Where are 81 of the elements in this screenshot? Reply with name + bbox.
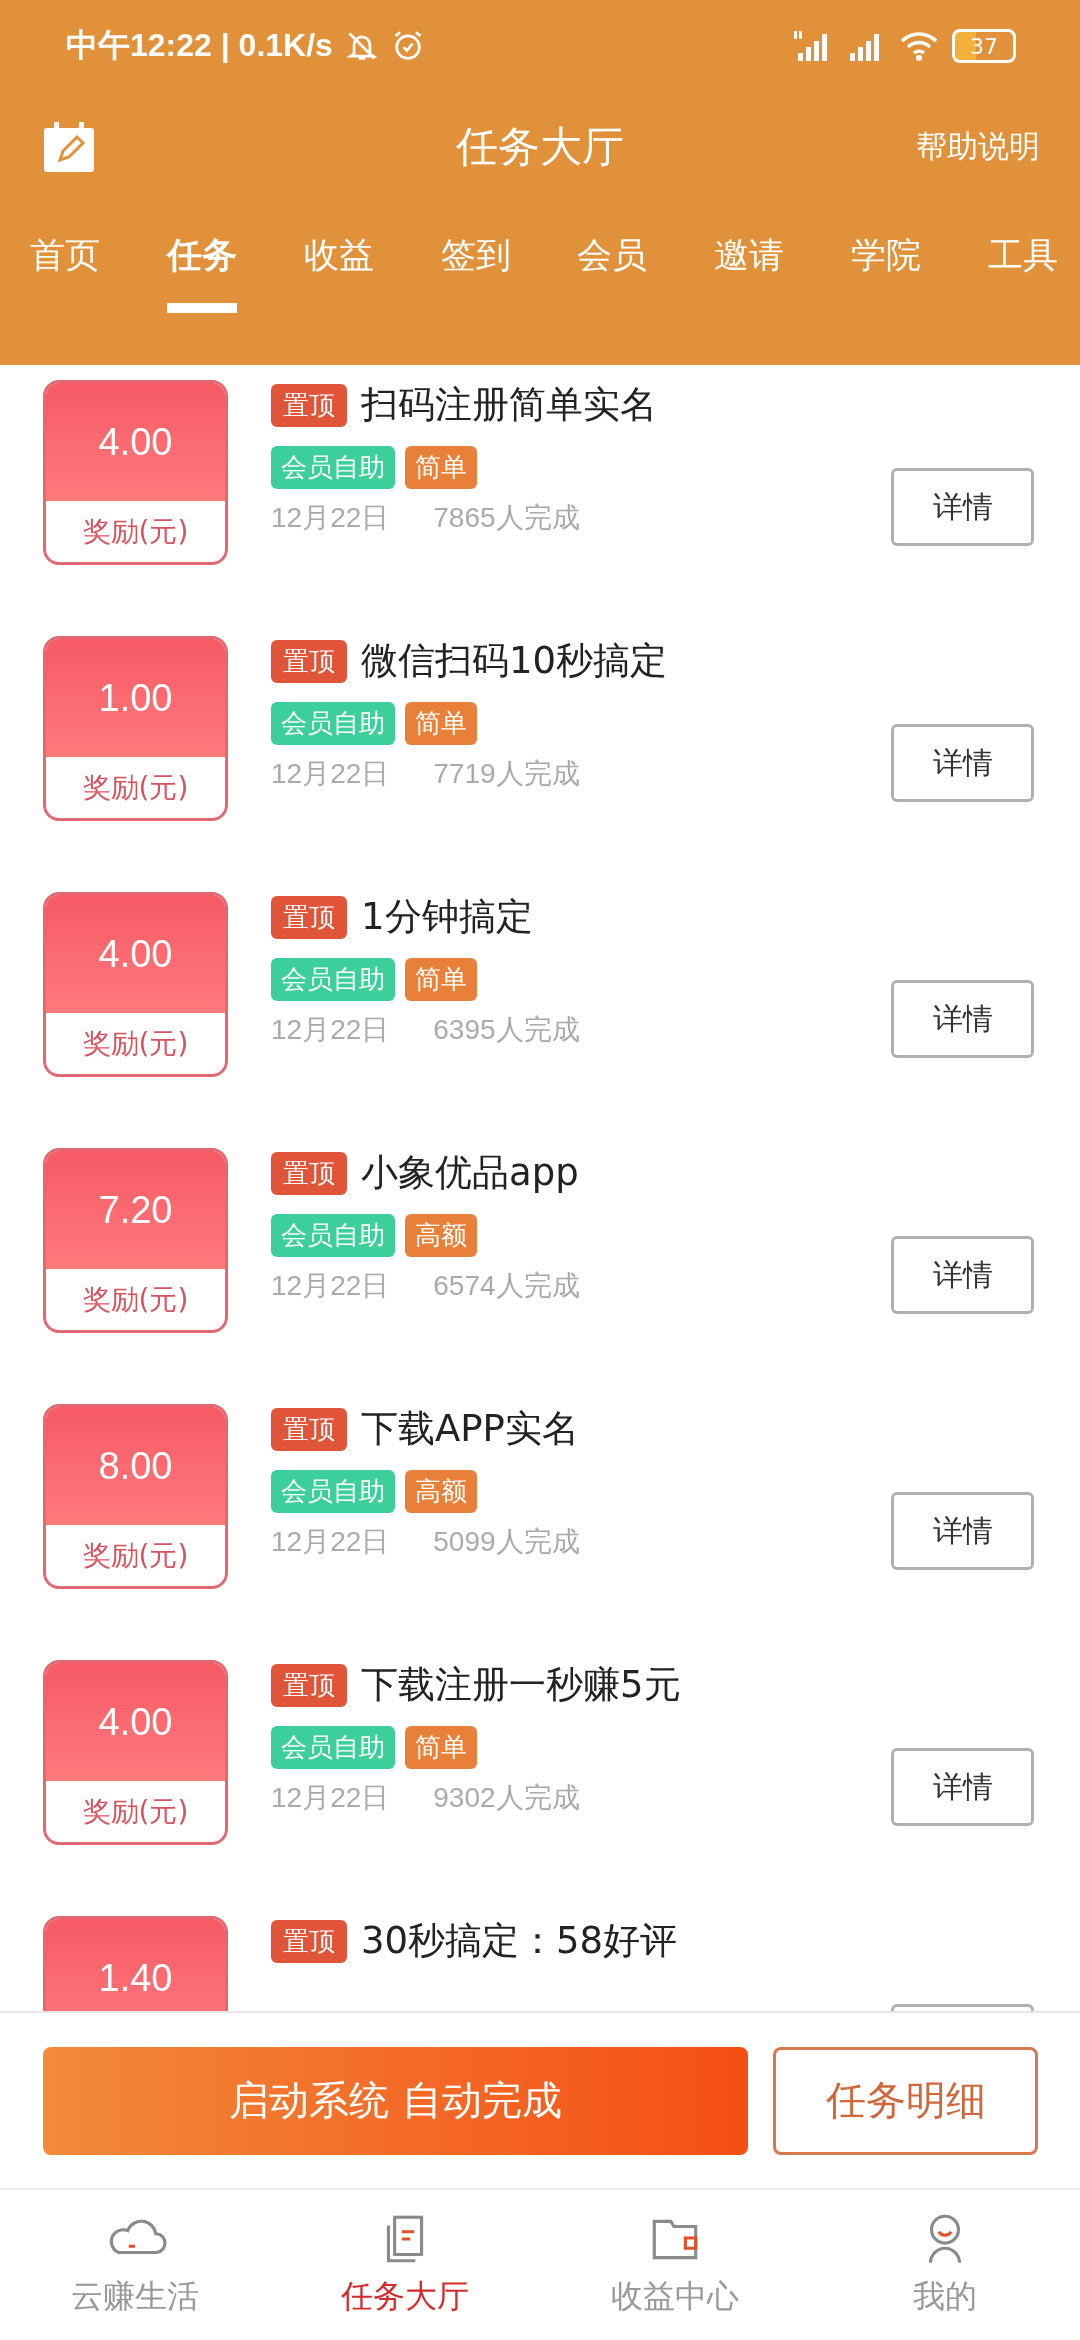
tab[interactable]: 邀请 <box>714 232 785 313</box>
details-button[interactable]: 详情 <box>891 468 1034 546</box>
status-time: 中午12:22 | 0.1K/s <box>66 26 333 65</box>
task-details-button[interactable]: 任务明细 <box>773 2046 1038 2155</box>
details-button[interactable]: 详情 <box>891 1236 1034 1314</box>
details-button[interactable]: 详情 <box>891 1492 1034 1570</box>
nav-tab[interactable]: 收益中心 <box>565 2211 785 2319</box>
tab[interactable]: 学院 <box>851 232 922 313</box>
completed-count: 5099人完成 <box>433 1525 580 1559</box>
reward-amount: 4.00 <box>46 1663 225 1781</box>
calendar-edit-icon[interactable] <box>42 120 96 174</box>
task-tag: 简单 <box>405 958 477 1001</box>
reward-amount: 1.00 <box>46 639 225 757</box>
completed-count: 7719人完成 <box>433 757 580 791</box>
task-tag: 简单 <box>405 446 477 489</box>
tab[interactable]: 任务 <box>166 232 237 313</box>
task-date: 12月22日 <box>271 1269 390 1303</box>
nav-tab[interactable]: 云赚生活 <box>25 2211 245 2319</box>
tab[interactable]: 工具 <box>987 232 1058 313</box>
pinned-tag: 置顶 <box>271 1663 347 1707</box>
task-tag: 会员自助 <box>271 702 395 745</box>
task-tag: 会员自助 <box>271 1470 395 1513</box>
task-date: 12月22日 <box>271 1781 390 1815</box>
details-button[interactable]: 详情 <box>891 724 1034 802</box>
page-title: 任务大厅 <box>456 121 624 173</box>
wifi-icon <box>898 29 940 63</box>
nav-label: 收益中心 <box>611 2276 739 2317</box>
task-tag: 会员自助 <box>271 1726 395 1769</box>
reward-amount: 4.00 <box>46 383 225 501</box>
task-title: 扫码注册简单实名 <box>361 382 657 428</box>
completed-count: 6574人完成 <box>433 1269 580 1303</box>
completed-count: 7865人完成 <box>433 501 580 535</box>
task-title: 30秒搞定：58好评 <box>361 1918 678 1964</box>
pinned-tag: 置顶 <box>271 1919 347 1963</box>
task-tag: 简单 <box>405 702 477 745</box>
reward-label: 奖励(元) <box>81 513 190 550</box>
tab[interactable]: 签到 <box>440 232 511 313</box>
nav-label: 我的 <box>913 2276 977 2317</box>
nav-label: 任务大厅 <box>341 2276 469 2317</box>
task-date: 12月22日 <box>271 1525 390 1559</box>
help-link[interactable]: 帮助说明 <box>916 126 1040 168</box>
tab[interactable]: 首页 <box>30 232 100 313</box>
task-title: 小象优品app <box>361 1150 579 1196</box>
reward-amount: 4.00 <box>46 895 225 1013</box>
reward-label: 奖励(元) <box>81 1281 190 1318</box>
details-button[interactable]: 详情 <box>891 1748 1034 1826</box>
task-title: 下载APP实名 <box>361 1406 579 1452</box>
reward-label: 奖励(元) <box>81 769 190 806</box>
reward-label: 奖励(元) <box>81 1537 190 1574</box>
reward-amount: 7.20 <box>46 1151 225 1269</box>
task-title: 下载注册一秒赚5元 <box>361 1662 681 1708</box>
nav-label: 云赚生活 <box>71 2276 199 2317</box>
reward-label: 奖励(元) <box>81 1025 190 1062</box>
pinned-tag: 置顶 <box>271 895 347 939</box>
task-tag: 高额 <box>405 1214 477 1257</box>
pinned-tag: 置顶 <box>271 1407 347 1451</box>
task-date: 12月22日 <box>271 1013 390 1047</box>
auto-complete-button[interactable]: 启动系统 自动完成 <box>43 2046 748 2155</box>
task-tag: 会员自助 <box>271 958 395 1001</box>
task-tag: 会员自助 <box>271 1214 395 1257</box>
task-tag: 会员自助 <box>271 446 395 489</box>
details-button[interactable]: 详情 <box>891 980 1034 1058</box>
task-title: 1分钟搞定 <box>361 894 533 940</box>
completed-count: 9302人完成 <box>433 1781 580 1815</box>
task-tag: 简单 <box>405 1726 477 1769</box>
task-title: 微信扫码10秒搞定 <box>361 638 668 684</box>
battery-icon: 37 <box>952 29 1016 63</box>
nav-tab[interactable]: 任务大厅 <box>295 2211 515 2319</box>
completed-count: 6395人完成 <box>433 1013 580 1047</box>
reward-label: 奖励(元) <box>81 1793 190 1830</box>
pinned-tag: 置顶 <box>271 1151 347 1195</box>
task-date: 12月22日 <box>271 501 390 535</box>
task-tag: 高额 <box>405 1470 477 1513</box>
pinned-tag: 置顶 <box>271 383 347 427</box>
nav-tab[interactable]: 我的 <box>835 2211 1055 2319</box>
task-date: 12月22日 <box>271 757 390 791</box>
tab[interactable]: 收益 <box>303 232 374 313</box>
reward-amount: 1.40 <box>46 1919 225 2011</box>
reward-amount: 8.00 <box>46 1407 225 1525</box>
tab[interactable]: 会员 <box>577 232 648 313</box>
pinned-tag: 置顶 <box>271 639 347 683</box>
